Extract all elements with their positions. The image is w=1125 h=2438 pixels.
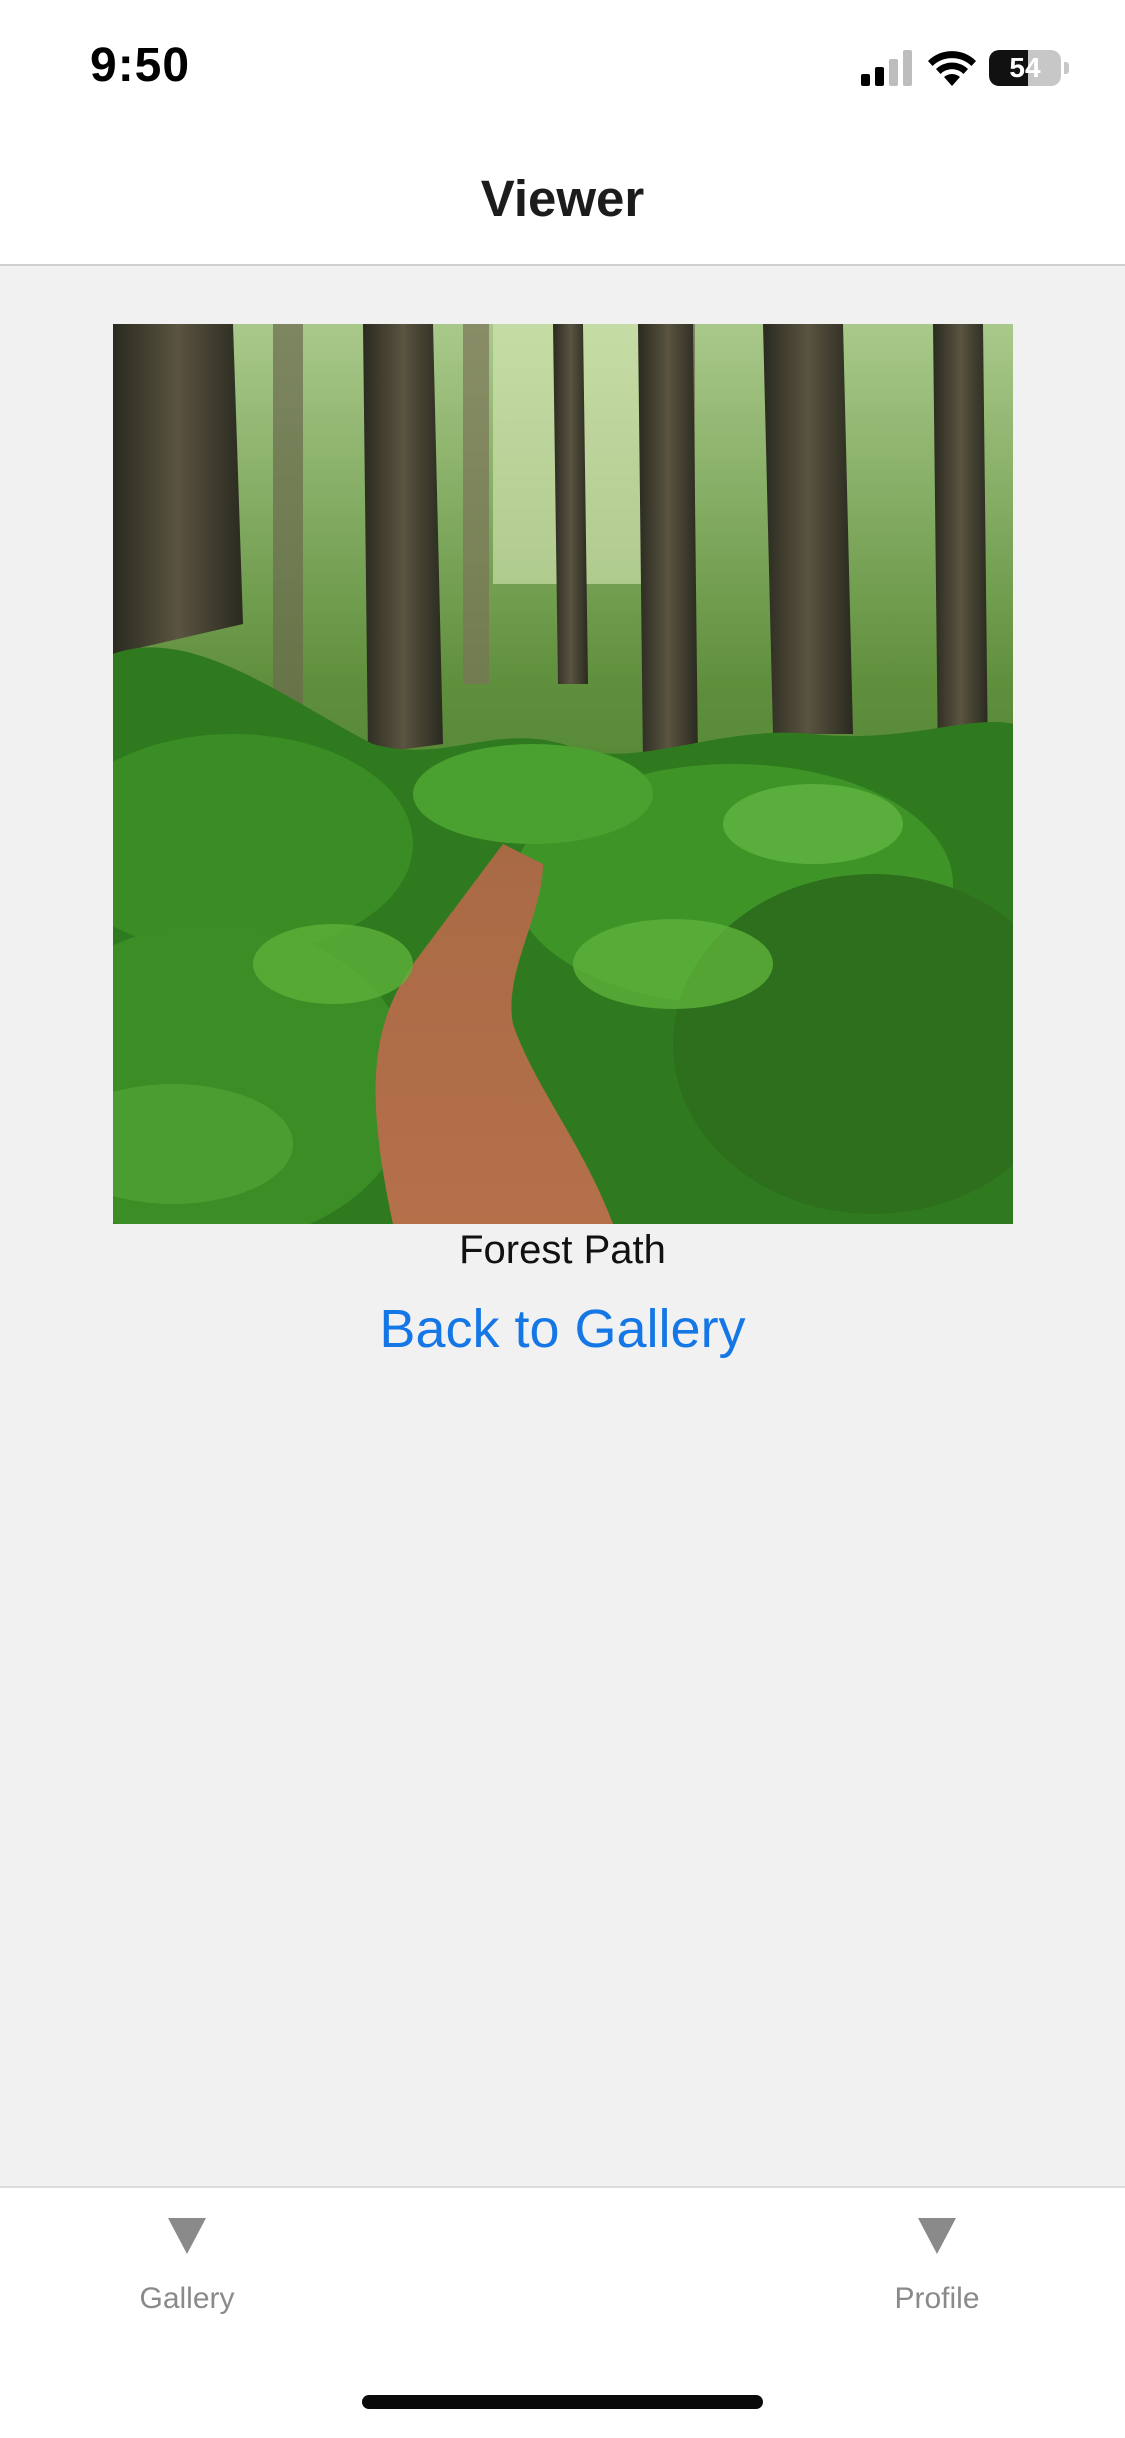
battery-level: 54 [1009,52,1041,83]
status-time: 9:50 [90,39,191,92]
cellular-signal-icon [861,50,912,86]
tab-gallery-label: Gallery [139,2282,235,2315]
tab-gallery[interactable]: Gallery [87,2218,287,2338]
status-bar: 9:50 54 [0,0,1125,135]
back-to-gallery-button[interactable]: Back to Gallery [0,1298,1125,1360]
battery-icon: 54 [989,50,1061,86]
triangle-down-icon [918,2218,956,2254]
home-indicator[interactable] [362,2395,763,2409]
triangle-down-icon [168,2218,206,2254]
forest-path-photo [113,324,1013,1224]
wifi-icon [928,51,976,86]
tab-profile[interactable]: Profile [837,2218,1037,2338]
status-icons: 54 [861,48,1081,92]
page-title: Viewer [480,170,645,227]
tab-profile-label: Profile [894,2282,980,2315]
battery-cap [1064,62,1069,74]
navigation-bar: Viewer [0,135,1125,266]
forest-path-image [113,324,1013,1224]
viewer-content: Forest Path Back to Gallery [0,266,1125,2186]
photo-caption: Forest Path [459,1228,666,1272]
